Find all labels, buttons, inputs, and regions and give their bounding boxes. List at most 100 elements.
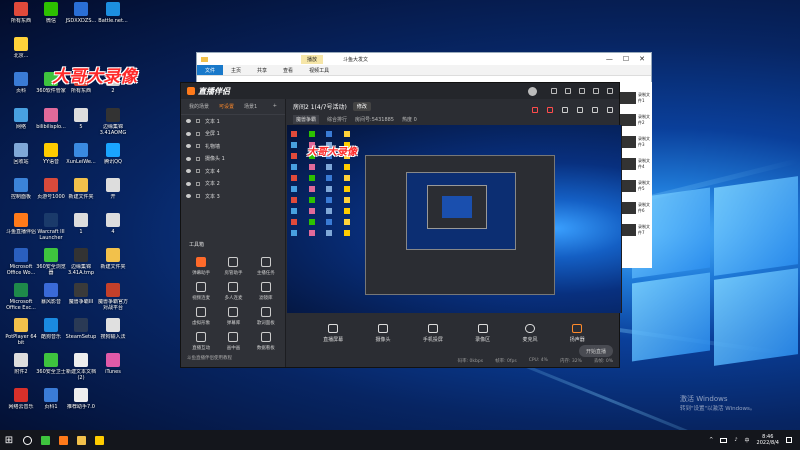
avatar[interactable] [528, 86, 537, 96]
desktop-icon[interactable]: 腾讯QQ [96, 143, 130, 171]
desktop-icon[interactable]: 斗鱼直播伴侣 [4, 213, 38, 241]
camera-button[interactable]: 摄像头 [375, 323, 391, 343]
edit-room-button[interactable]: 修改 [352, 102, 371, 111]
tab-scene-1[interactable]: 场景1 [244, 103, 257, 110]
notification-icon[interactable] [786, 437, 792, 443]
menu-icon[interactable] [592, 107, 598, 113]
desktop-icon[interactable]: 页游号1000 [34, 178, 68, 206]
scene-source-item[interactable]: 文本 4 [181, 165, 285, 178]
desktop-icon[interactable]: bilibilisplo... [34, 108, 68, 136]
desktop-icon[interactable]: 360安全浏览器 [34, 248, 68, 276]
toolbox-item[interactable]: 数据看板 [250, 332, 282, 351]
desktop-icon[interactable]: XunLeiWe... [64, 143, 98, 171]
tab-editable[interactable]: 可设置 [219, 103, 234, 110]
record-area-button[interactable]: 录像区 [475, 323, 490, 343]
lock-icon[interactable] [196, 169, 200, 174]
lock-icon[interactable] [196, 119, 200, 124]
go-live-button[interactable]: 开始直播 [579, 345, 613, 357]
file-label[interactable]: 录制文件6 [638, 202, 652, 214]
file-label[interactable]: 录制文件1 [638, 92, 652, 104]
desktop-icon[interactable]: 北京... [4, 37, 38, 65]
message-icon[interactable] [551, 88, 557, 94]
lock-icon[interactable] [196, 181, 200, 186]
input-language[interactable]: 中 [745, 437, 750, 444]
eye-icon[interactable] [186, 144, 191, 149]
desktop-icon[interactable]: 附件2 [4, 353, 38, 381]
desktop-icon[interactable]: 搜狗输入法 [96, 318, 130, 346]
lock-icon[interactable] [196, 144, 200, 149]
toolbox-item[interactable]: 弹幕助手 [185, 257, 217, 276]
desktop-icon[interactable]: iTunes [96, 353, 130, 381]
eye-icon[interactable] [186, 119, 191, 124]
lock-icon[interactable] [196, 131, 200, 136]
close-button[interactable]: ✕ [639, 55, 645, 63]
network-icon[interactable] [720, 437, 728, 443]
desktop-icon[interactable]: JSDXXDZS... [64, 2, 98, 30]
eye-icon[interactable] [186, 181, 191, 186]
toolbox-item[interactable]: 多人连麦 [217, 282, 249, 301]
scene-source-item[interactable]: 礼物墙 [181, 140, 285, 153]
desktop-icon[interactable]: 酷狗音乐 [34, 318, 68, 346]
taskbar-app-cortana[interactable] [18, 430, 36, 450]
desktop-icon[interactable]: 边缘集锦 3.41AOMG [96, 108, 130, 136]
stream-preview[interactable]: 大哥大录像 [287, 125, 621, 313]
desktop-icon[interactable]: 360安全卫士 [34, 353, 68, 381]
toolbox-item[interactable]: 画中画 [217, 332, 249, 351]
scene-source-item[interactable]: 文本 2 [181, 178, 285, 191]
record-icon[interactable] [547, 107, 553, 113]
desktop-icon[interactable]: 魔兽争霸官方对战平台 [96, 283, 130, 311]
maximize-icon[interactable] [593, 88, 599, 94]
add-scene-button[interactable]: + [273, 103, 277, 110]
desktop-icon[interactable]: 新建文件夹 [96, 248, 130, 276]
file-label[interactable]: 录制文件2 [638, 114, 652, 126]
eye-icon[interactable] [186, 156, 191, 161]
volume-icon[interactable]: ♪ [734, 437, 737, 443]
file-label[interactable]: 录制文件7 [638, 224, 652, 236]
toolbox-item[interactable]: 滤镜库 [250, 282, 282, 301]
desktop-icon[interactable]: 网络云音乐 [4, 388, 38, 416]
video-thumbnail[interactable] [618, 92, 636, 104]
desktop-icon[interactable]: Microsoft Office Wo... [4, 248, 38, 276]
desktop-icon[interactable]: Microsoft Office Exc... [4, 283, 38, 311]
minimize-icon[interactable] [579, 88, 585, 94]
toolbox-item[interactable]: 视频连麦 [185, 282, 217, 301]
ribbon-tab-view[interactable]: 查看 [275, 67, 301, 74]
desktop-icon[interactable]: PotPlayer 64 bit [4, 318, 38, 346]
desktop-icon[interactable]: 推荐助手7.0 [64, 388, 98, 416]
desktop-icon[interactable]: 控制面板 [4, 178, 38, 206]
file-label[interactable]: 录制文件4 [638, 158, 652, 170]
desktop-icon[interactable]: 边缘集锦 3.41A.tmp [64, 248, 98, 276]
toolbox-item[interactable]: 房管助手 [217, 257, 249, 276]
clock[interactable]: 8:46 2022/8/4 [757, 434, 779, 446]
toolbox-item[interactable]: 主播任务 [250, 257, 282, 276]
eye-icon[interactable] [186, 169, 191, 174]
app-titlebar[interactable]: 直播伴侣 [181, 83, 619, 99]
desktop-icon[interactable]: 页科 [4, 72, 38, 100]
explorer-titlebar[interactable]: 播放 斗鱼大发文 — ☐ ✕ [197, 53, 651, 65]
ribbon-tab-home[interactable]: 主页 [223, 67, 249, 74]
eye-icon[interactable] [186, 194, 191, 199]
tutorial-link[interactable]: 斗鱼直播伴侣使用教程 [187, 355, 232, 361]
desktop-icon[interactable]: 所有东西 [4, 2, 38, 30]
microphone-button[interactable]: 麦克风 [522, 323, 537, 343]
scene-source-item[interactable]: 文本 1 [181, 115, 285, 128]
ribbon-tab-file[interactable]: 文件 [197, 65, 224, 75]
scene-source-item[interactable]: 全屏 1 [181, 128, 285, 141]
desktop-icon[interactable]: Warcraft III Launcher [34, 213, 68, 241]
desktop-icon[interactable]: 新建文本文档 (2) [64, 353, 98, 381]
close-icon[interactable] [607, 88, 613, 94]
speaker-button[interactable]: 扬声器 [570, 323, 585, 343]
taskbar-app-douyu[interactable] [54, 430, 72, 450]
desktop-icon[interactable]: 魔兽争霸III [64, 283, 98, 311]
desktop-icon[interactable]: SteamSetup [64, 318, 98, 346]
file-label[interactable]: 录制文件5 [638, 180, 652, 192]
desktop-icon[interactable]: 开 [96, 178, 130, 206]
phone-cast-button[interactable]: 手机投屏 [423, 323, 443, 343]
desktop-icon[interactable]: 网络 [4, 108, 38, 136]
scene-source-item[interactable]: 文本 3 [181, 190, 285, 203]
toolbox-item[interactable]: 虚拟形象 [185, 307, 217, 326]
maximize-button[interactable]: ☐ [623, 55, 629, 63]
toolbox-item[interactable]: 歌词面板 [250, 307, 282, 326]
desktop-icon[interactable]: 5 [64, 108, 98, 136]
explorer-manage-tab[interactable]: 播放 [301, 54, 324, 64]
